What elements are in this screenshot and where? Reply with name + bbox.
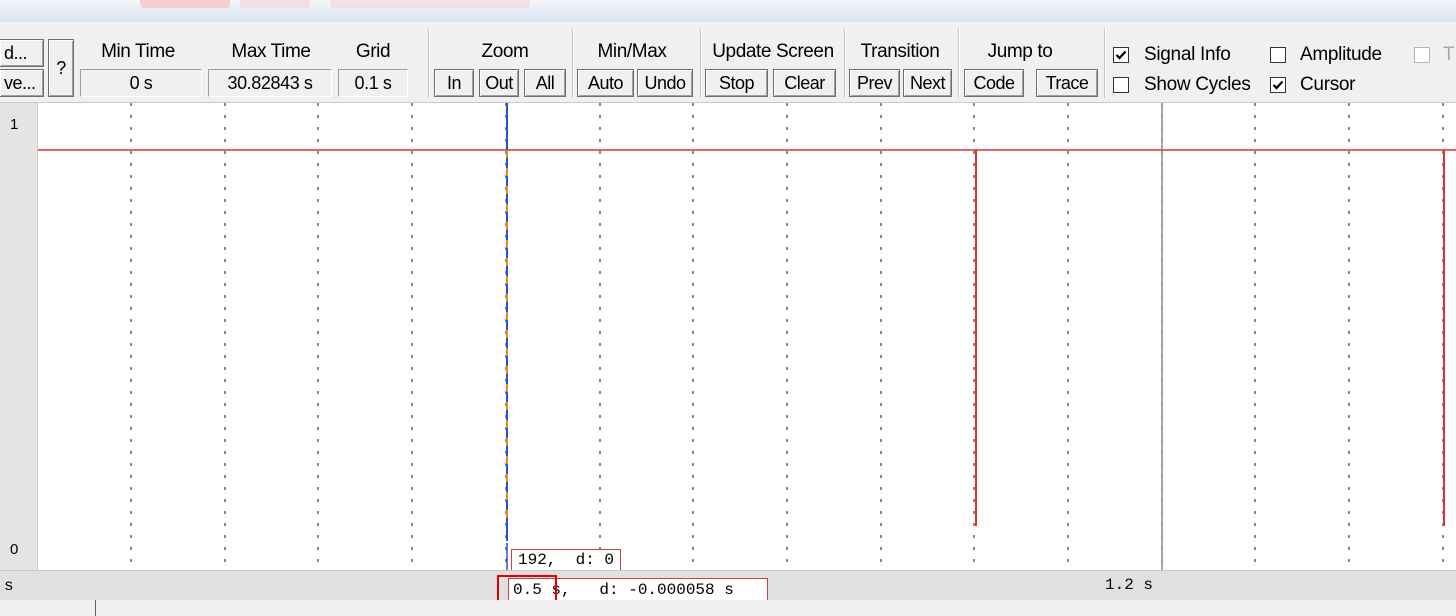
group-separator xyxy=(958,28,959,98)
waveform-canvas xyxy=(38,103,1456,570)
group-separator xyxy=(1104,28,1105,98)
min-time-label: Min Time xyxy=(101,41,175,62)
cursor-checkbox[interactable] xyxy=(1270,77,1286,93)
value-readout: 192, d: 0 xyxy=(511,549,622,571)
transition-next-button[interactable]: Next xyxy=(903,69,952,97)
jump-to-label: Jump to xyxy=(987,41,1053,62)
update-screen-label: Update Screen xyxy=(712,41,834,62)
partial-setup-button[interactable]: d... xyxy=(0,39,44,67)
update-clear-button[interactable]: Clear xyxy=(773,69,836,97)
transition-prev-button[interactable]: Prev xyxy=(849,69,900,97)
min-time-field: 0 s xyxy=(80,69,202,97)
check-icon xyxy=(1115,50,1127,60)
zoom-in-button[interactable]: In xyxy=(434,69,474,97)
zoom-all-button[interactable]: All xyxy=(524,69,566,97)
minmax-label: Min/Max xyxy=(597,41,667,62)
check-icon xyxy=(1272,80,1284,90)
logic-analyzer-toolbar: d... ve... ? Min Time 0 s Max Time 30.82… xyxy=(0,22,1456,103)
signal-info-label: Signal Info xyxy=(1144,44,1231,65)
signal-name-column: 1 0 xyxy=(0,103,38,570)
zoom-out-button[interactable]: Out xyxy=(479,69,519,97)
jump-trace-button[interactable]: Trace xyxy=(1036,69,1098,97)
title-blob xyxy=(240,0,310,8)
grid-lines xyxy=(130,103,1444,570)
y-min-label: 0 xyxy=(10,541,19,558)
show-cycles-label: Show Cycles xyxy=(1144,74,1251,95)
grid-field: 0.1 s xyxy=(338,69,408,97)
show-cycles-checkbox[interactable] xyxy=(1113,77,1129,93)
update-stop-button[interactable]: Stop xyxy=(705,69,768,97)
y-max-label: 1 xyxy=(10,116,19,133)
title-blob xyxy=(330,0,530,8)
minmax-undo-button[interactable]: Undo xyxy=(637,69,693,97)
zoom-label: Zoom xyxy=(481,41,529,62)
time-axis: s 0.5 s, d: -0.000058 s 1.2 s xyxy=(0,570,1456,605)
title-blob xyxy=(140,0,230,8)
jump-code-button[interactable]: Code xyxy=(964,69,1024,97)
grid-label: Grid xyxy=(355,41,391,62)
bottom-tab[interactable] xyxy=(0,600,96,616)
waveform-plot[interactable]: 192, d: 0 xyxy=(38,103,1456,571)
status-strip xyxy=(0,600,1456,616)
group-separator xyxy=(700,28,701,98)
partial-save-button[interactable]: ve... xyxy=(0,69,44,97)
group-separator xyxy=(844,28,845,98)
amplitude-checkbox[interactable] xyxy=(1270,47,1286,63)
title-strip xyxy=(0,0,1456,22)
group-separator xyxy=(428,28,429,98)
partial-disabled-checkbox xyxy=(1414,47,1430,63)
help-button[interactable]: ? xyxy=(48,39,74,97)
time-axis-label: 1.2 s xyxy=(1105,576,1154,594)
partial-disabled-label: T xyxy=(1443,44,1455,65)
transition-label: Transition xyxy=(860,41,940,62)
signal-info-checkbox[interactable] xyxy=(1113,47,1129,63)
amplitude-label: Amplitude xyxy=(1300,44,1382,65)
cursor-label: Cursor xyxy=(1300,74,1356,95)
max-time-label: Max Time xyxy=(231,41,311,62)
group-separator xyxy=(572,28,573,98)
minmax-auto-button[interactable]: Auto xyxy=(577,69,634,97)
max-time-field: 30.82843 s xyxy=(208,69,332,97)
time-axis-left-label: s xyxy=(4,577,14,595)
